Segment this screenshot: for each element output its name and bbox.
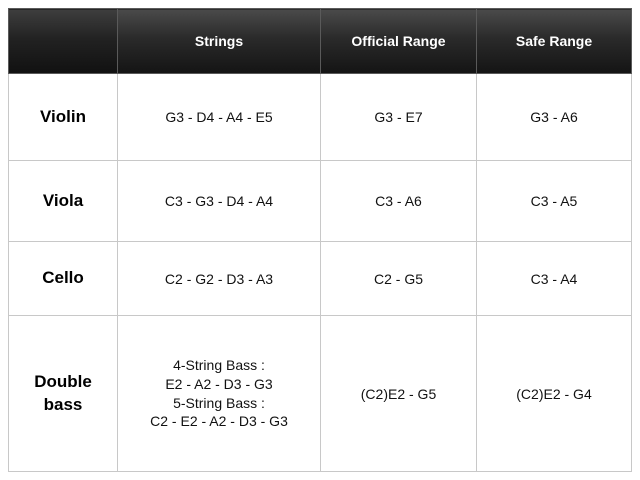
safe-range-cell: C3 - A5	[476, 160, 632, 242]
strings-cell: 4-String Bass : E2 - A2 - D3 - G3 5-Stri…	[117, 315, 321, 472]
table-row-double-bass: Double bass 4-String Bass : E2 - A2 - D3…	[8, 315, 632, 472]
instrument-label: Violin	[8, 73, 118, 161]
strings-line-3: 5-String Bass :	[173, 394, 265, 411]
strings-line-4: C2 - E2 - A2 - D3 - G3	[150, 413, 288, 430]
instrument-label: Double bass	[8, 315, 118, 472]
instrument-label-line-1: Double	[34, 371, 92, 391]
official-range-cell: C3 - A6	[320, 160, 477, 242]
header-safe-range: Safe Range	[476, 8, 632, 74]
official-range-cell: C2 - G5	[320, 241, 477, 316]
official-range-cell: G3 - E7	[320, 73, 477, 161]
table-row-cello: Cello C2 - G2 - D3 - A3 C2 - G5 C3 - A4	[8, 241, 632, 316]
strings-cell: C3 - G3 - D4 - A4	[117, 160, 321, 242]
strings-cell: G3 - D4 - A4 - E5	[117, 73, 321, 161]
table-row-violin: Violin G3 - D4 - A4 - E5 G3 - E7 G3 - A6	[8, 73, 632, 161]
instrument-label-line-2: bass	[43, 394, 83, 414]
header-official-range: Official Range	[320, 8, 477, 74]
table-row-viola: Viola C3 - G3 - D4 - A4 C3 - A6 C3 - A5	[8, 160, 632, 242]
strings-line-2: E2 - A2 - D3 - G3	[165, 375, 273, 392]
header-row: Strings Official Range Safe Range	[8, 8, 632, 74]
official-range-cell: (C2)E2 - G5	[320, 315, 477, 472]
instrument-label: Viola	[8, 160, 118, 242]
safe-range-cell: G3 - A6	[476, 73, 632, 161]
instrument-label: Cello	[8, 241, 118, 316]
safe-range-cell: (C2)E2 - G4	[476, 315, 632, 472]
instrument-range-table: Strings Official Range Safe Range Violin…	[8, 8, 632, 472]
strings-line-1: 4-String Bass :	[173, 356, 265, 373]
header-corner-cell	[8, 8, 118, 74]
safe-range-cell: C3 - A4	[476, 241, 632, 316]
strings-cell: C2 - G2 - D3 - A3	[117, 241, 321, 316]
header-strings: Strings	[117, 8, 321, 74]
